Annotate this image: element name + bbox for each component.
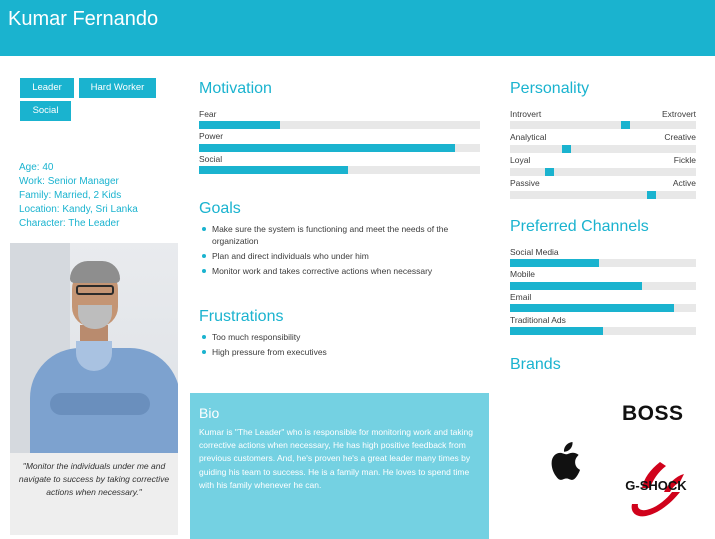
channel-fill-email bbox=[510, 304, 674, 312]
bio-text: Kumar is "The Leader" who is responsible… bbox=[199, 427, 473, 490]
info-location: Location: Kandy, Sri Lanka bbox=[19, 204, 138, 215]
info-family: Family: Married, 2 Kids bbox=[19, 190, 122, 201]
channel-label-traditional-ads: Traditional Ads bbox=[510, 315, 566, 325]
channel-bar-traditional-ads bbox=[510, 327, 696, 335]
channel-bar-mobile bbox=[510, 282, 696, 290]
personality-knob bbox=[647, 191, 657, 199]
motivation-fill-fear bbox=[199, 121, 281, 129]
brand-boss-logo: BOSS bbox=[622, 402, 684, 425]
header-bar: Kumar Fernando bbox=[0, 0, 715, 56]
goal-item: Monitor work and takes corrective action… bbox=[199, 265, 484, 277]
goals-title: Goals bbox=[199, 200, 241, 217]
personality-right-creative: Creative bbox=[664, 132, 696, 142]
channel-label-social-media: Social Media bbox=[510, 247, 559, 257]
motivation-label-social: Social bbox=[199, 154, 223, 164]
motivation-bar-social bbox=[199, 166, 480, 174]
motivation-bar-power bbox=[199, 144, 480, 152]
frustrations-list: Too much responsibility High pressure fr… bbox=[199, 331, 484, 361]
info-character: Character: The Leader bbox=[19, 218, 120, 229]
personality-slider-analytical-creative bbox=[510, 145, 696, 153]
channel-bar-email bbox=[510, 304, 696, 312]
personality-left-analytical: Analytical bbox=[510, 132, 547, 142]
channel-fill-mobile bbox=[510, 282, 643, 290]
channel-fill-social-media bbox=[510, 259, 600, 267]
photo-glasses bbox=[76, 285, 114, 295]
goals-list: Make sure the system is functioning and … bbox=[199, 223, 484, 280]
personality-knob bbox=[621, 121, 631, 129]
apple-logo-icon bbox=[551, 442, 581, 480]
channel-bar-social-media bbox=[510, 259, 696, 267]
goal-item: Plan and direct individuals who under hi… bbox=[199, 250, 484, 262]
channel-label-mobile: Mobile bbox=[510, 269, 536, 279]
tag-leader: Leader bbox=[20, 78, 74, 98]
motivation-fill-social bbox=[199, 166, 348, 174]
persona-info: Age: 40 Work: Senior Manager Family: Mar… bbox=[19, 161, 138, 231]
channels-title: Preferred Channels bbox=[510, 218, 649, 235]
personality-left-loyal: Loyal bbox=[510, 155, 531, 165]
personality-right-extrovert: Extrovert bbox=[661, 109, 696, 119]
persona-photo bbox=[10, 243, 178, 453]
gshock-wordmark: G-SHOCK bbox=[625, 478, 687, 493]
brand-gshock-logo: G-SHOCK bbox=[625, 462, 687, 517]
personality-slider-introvert-extrovert bbox=[510, 121, 696, 129]
frustration-item: Too much responsibility bbox=[199, 331, 484, 343]
personality-left-passive: Passive bbox=[510, 178, 540, 188]
personality-slider-passive-active bbox=[510, 191, 696, 199]
tag-hard-worker: Hard Worker bbox=[79, 78, 156, 98]
personality-slider-loyal-fickle bbox=[510, 168, 696, 176]
motivation-fill-power bbox=[199, 144, 455, 152]
frustration-item: High pressure from executives bbox=[199, 346, 484, 358]
personality-title: Personality bbox=[510, 80, 590, 97]
motivation-label-power: Power bbox=[199, 131, 224, 141]
personality-right-active: Active bbox=[672, 178, 696, 188]
motivation-bar-fear bbox=[199, 121, 480, 129]
personality-left-introvert: Introvert bbox=[510, 109, 542, 119]
goal-item: Make sure the system is functioning and … bbox=[199, 223, 484, 247]
photo-hair bbox=[70, 261, 120, 283]
motivation-title: Motivation bbox=[199, 80, 272, 97]
personality-right-fickle: Fickle bbox=[673, 155, 696, 165]
persona-name: Kumar Fernando bbox=[8, 8, 159, 30]
channel-fill-traditional-ads bbox=[510, 327, 603, 335]
personality-knob bbox=[561, 145, 571, 153]
persona-quote: "Monitor the individuals under me and na… bbox=[18, 461, 170, 497]
personality-knob bbox=[545, 168, 555, 176]
frustrations-title: Frustrations bbox=[199, 308, 284, 325]
info-work: Work: Senior Manager bbox=[19, 176, 119, 187]
brands-title: Brands bbox=[510, 356, 561, 373]
channel-label-email: Email bbox=[510, 292, 532, 302]
info-age: Age: 40 bbox=[19, 162, 54, 173]
photo-folded-arms bbox=[50, 393, 150, 415]
tag-social: Social bbox=[20, 101, 71, 121]
bio-title: Bio bbox=[199, 405, 220, 421]
motivation-label-fear: Fear bbox=[199, 109, 217, 119]
